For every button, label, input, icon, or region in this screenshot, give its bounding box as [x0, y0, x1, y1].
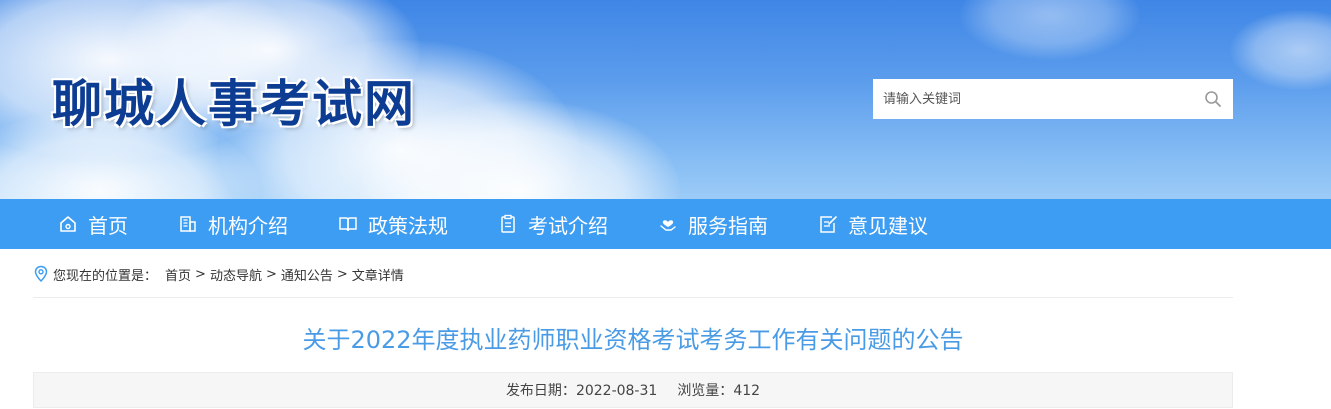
nav-item-label: 政策法规 — [368, 213, 448, 238]
site-title[interactable]: 聊城人事考试网 — [52, 64, 416, 136]
article-title: 关于2022年度执业药师职业资格考试考务工作有关问题的公告 — [302, 326, 964, 354]
article-meta: 发布日期：2022-08-31 浏览量：412 — [33, 372, 1233, 408]
breadcrumb-link-news[interactable]: 动态导航 — [210, 265, 262, 284]
date-label: 发布日期： — [505, 383, 576, 399]
nav-item-label: 机构介绍 — [208, 213, 288, 238]
location-pin-icon — [34, 265, 48, 283]
nav-item-guide[interactable]: 服务指南 — [658, 199, 768, 249]
breadcrumb-link-home[interactable]: 首页 — [165, 265, 191, 284]
cloud-decoration — [1230, 10, 1331, 90]
breadcrumb-separator: > — [265, 266, 277, 282]
edit-note-icon — [820, 216, 837, 233]
nav-item-policy[interactable]: 政策法规 — [338, 199, 448, 249]
nav-item-exams[interactable]: 考试介绍 — [498, 199, 608, 249]
view-count: 412 — [733, 383, 761, 399]
home-icon — [60, 216, 76, 232]
breadcrumb-separator: > — [336, 266, 348, 282]
book-icon — [339, 217, 357, 232]
nav-item-feedback[interactable]: 意见建议 — [818, 199, 928, 249]
nav-item-label: 考试介绍 — [528, 213, 608, 238]
breadcrumb-separator: > — [195, 266, 206, 282]
breadcrumb-prefix: 您现在的位置是： — [53, 268, 158, 284]
breadcrumb: 您现在的位置是： 首页 > 动态导航 > 通知公告 > 文章详情 — [33, 262, 1233, 286]
breadcrumb-link-notices[interactable]: 通知公告 — [281, 265, 333, 284]
nav-item-about[interactable]: 机构介绍 — [178, 199, 288, 249]
heart-hand-icon — [660, 220, 676, 231]
nav-item-label: 服务指南 — [688, 213, 768, 238]
search-icon[interactable] — [1203, 89, 1223, 109]
search-box — [873, 79, 1233, 119]
nav-item-label: 意见建议 — [848, 213, 928, 238]
nav-item-home[interactable]: 首页 — [58, 199, 128, 249]
building-icon — [180, 216, 196, 232]
search-input[interactable] — [873, 79, 1193, 119]
views-label: 浏览量： — [677, 383, 734, 399]
divider — [33, 297, 1233, 298]
cloud-decoration — [960, 0, 1140, 60]
clipboard-icon — [501, 214, 515, 233]
publish-date: 2022-08-31 — [575, 383, 658, 399]
header-banner: 聊城人事考试网 — [0, 0, 1331, 199]
breadcrumb-current: 文章详情 — [351, 268, 404, 284]
main-nav: 首页 机构介绍 政策法规 考试介绍 服务指南 意见建议 — [0, 199, 1331, 249]
nav-item-label: 首页 — [88, 213, 128, 238]
